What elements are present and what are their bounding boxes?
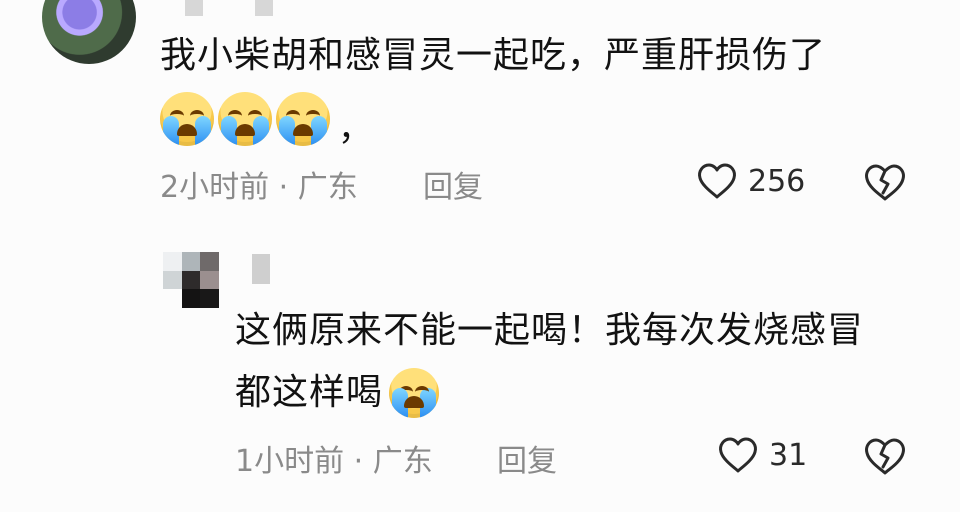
broken-heart-outline-icon: [862, 436, 908, 476]
avatar[interactable]: [42, 0, 136, 64]
reply-button[interactable]: 回复: [423, 162, 483, 206]
heart-outline-icon: [717, 436, 759, 474]
dislike-button[interactable]: [862, 436, 908, 476]
comment-text-line-2: 都这样喝: [235, 367, 440, 419]
username-redacted: [252, 254, 270, 284]
heart-outline-icon: [696, 162, 738, 200]
comment-text-line-1: 这俩原来不能一起喝！我每次发烧感冒: [235, 310, 865, 351]
username-redacted: [255, 0, 273, 16]
emoji-row: ，: [160, 92, 372, 146]
loudly-crying-face-icon: [160, 92, 214, 146]
loudly-crying-face-icon: [218, 92, 272, 146]
username-redacted: [185, 0, 203, 16]
dislike-button[interactable]: [862, 162, 908, 202]
loudly-crying-face-icon: [276, 92, 330, 146]
comment-text: 都这样喝: [235, 372, 384, 413]
like-count: 31: [769, 437, 808, 473]
like-button[interactable]: 31: [717, 436, 807, 474]
reply-button[interactable]: 回复: [497, 436, 557, 480]
like-button[interactable]: 256: [696, 162, 805, 200]
avatar[interactable]: [163, 252, 219, 308]
comment-text: 我小柴胡和感冒灵一起吃，严重肝损伤了: [160, 35, 827, 76]
broken-heart-outline-icon: [862, 162, 908, 202]
comment-thread: 我小柴胡和感冒灵一起吃，严重肝损伤了 ， 2小时前 · 广东 回复 256 这俩…: [0, 0, 960, 512]
like-count: 256: [748, 163, 806, 199]
comment-meta: 2小时前 · 广东: [160, 170, 358, 205]
comment-meta: 1小时前 · 广东: [235, 444, 433, 479]
comment-trailing-punctuation: ，: [338, 109, 372, 149]
loudly-crying-face-icon: [389, 368, 440, 418]
